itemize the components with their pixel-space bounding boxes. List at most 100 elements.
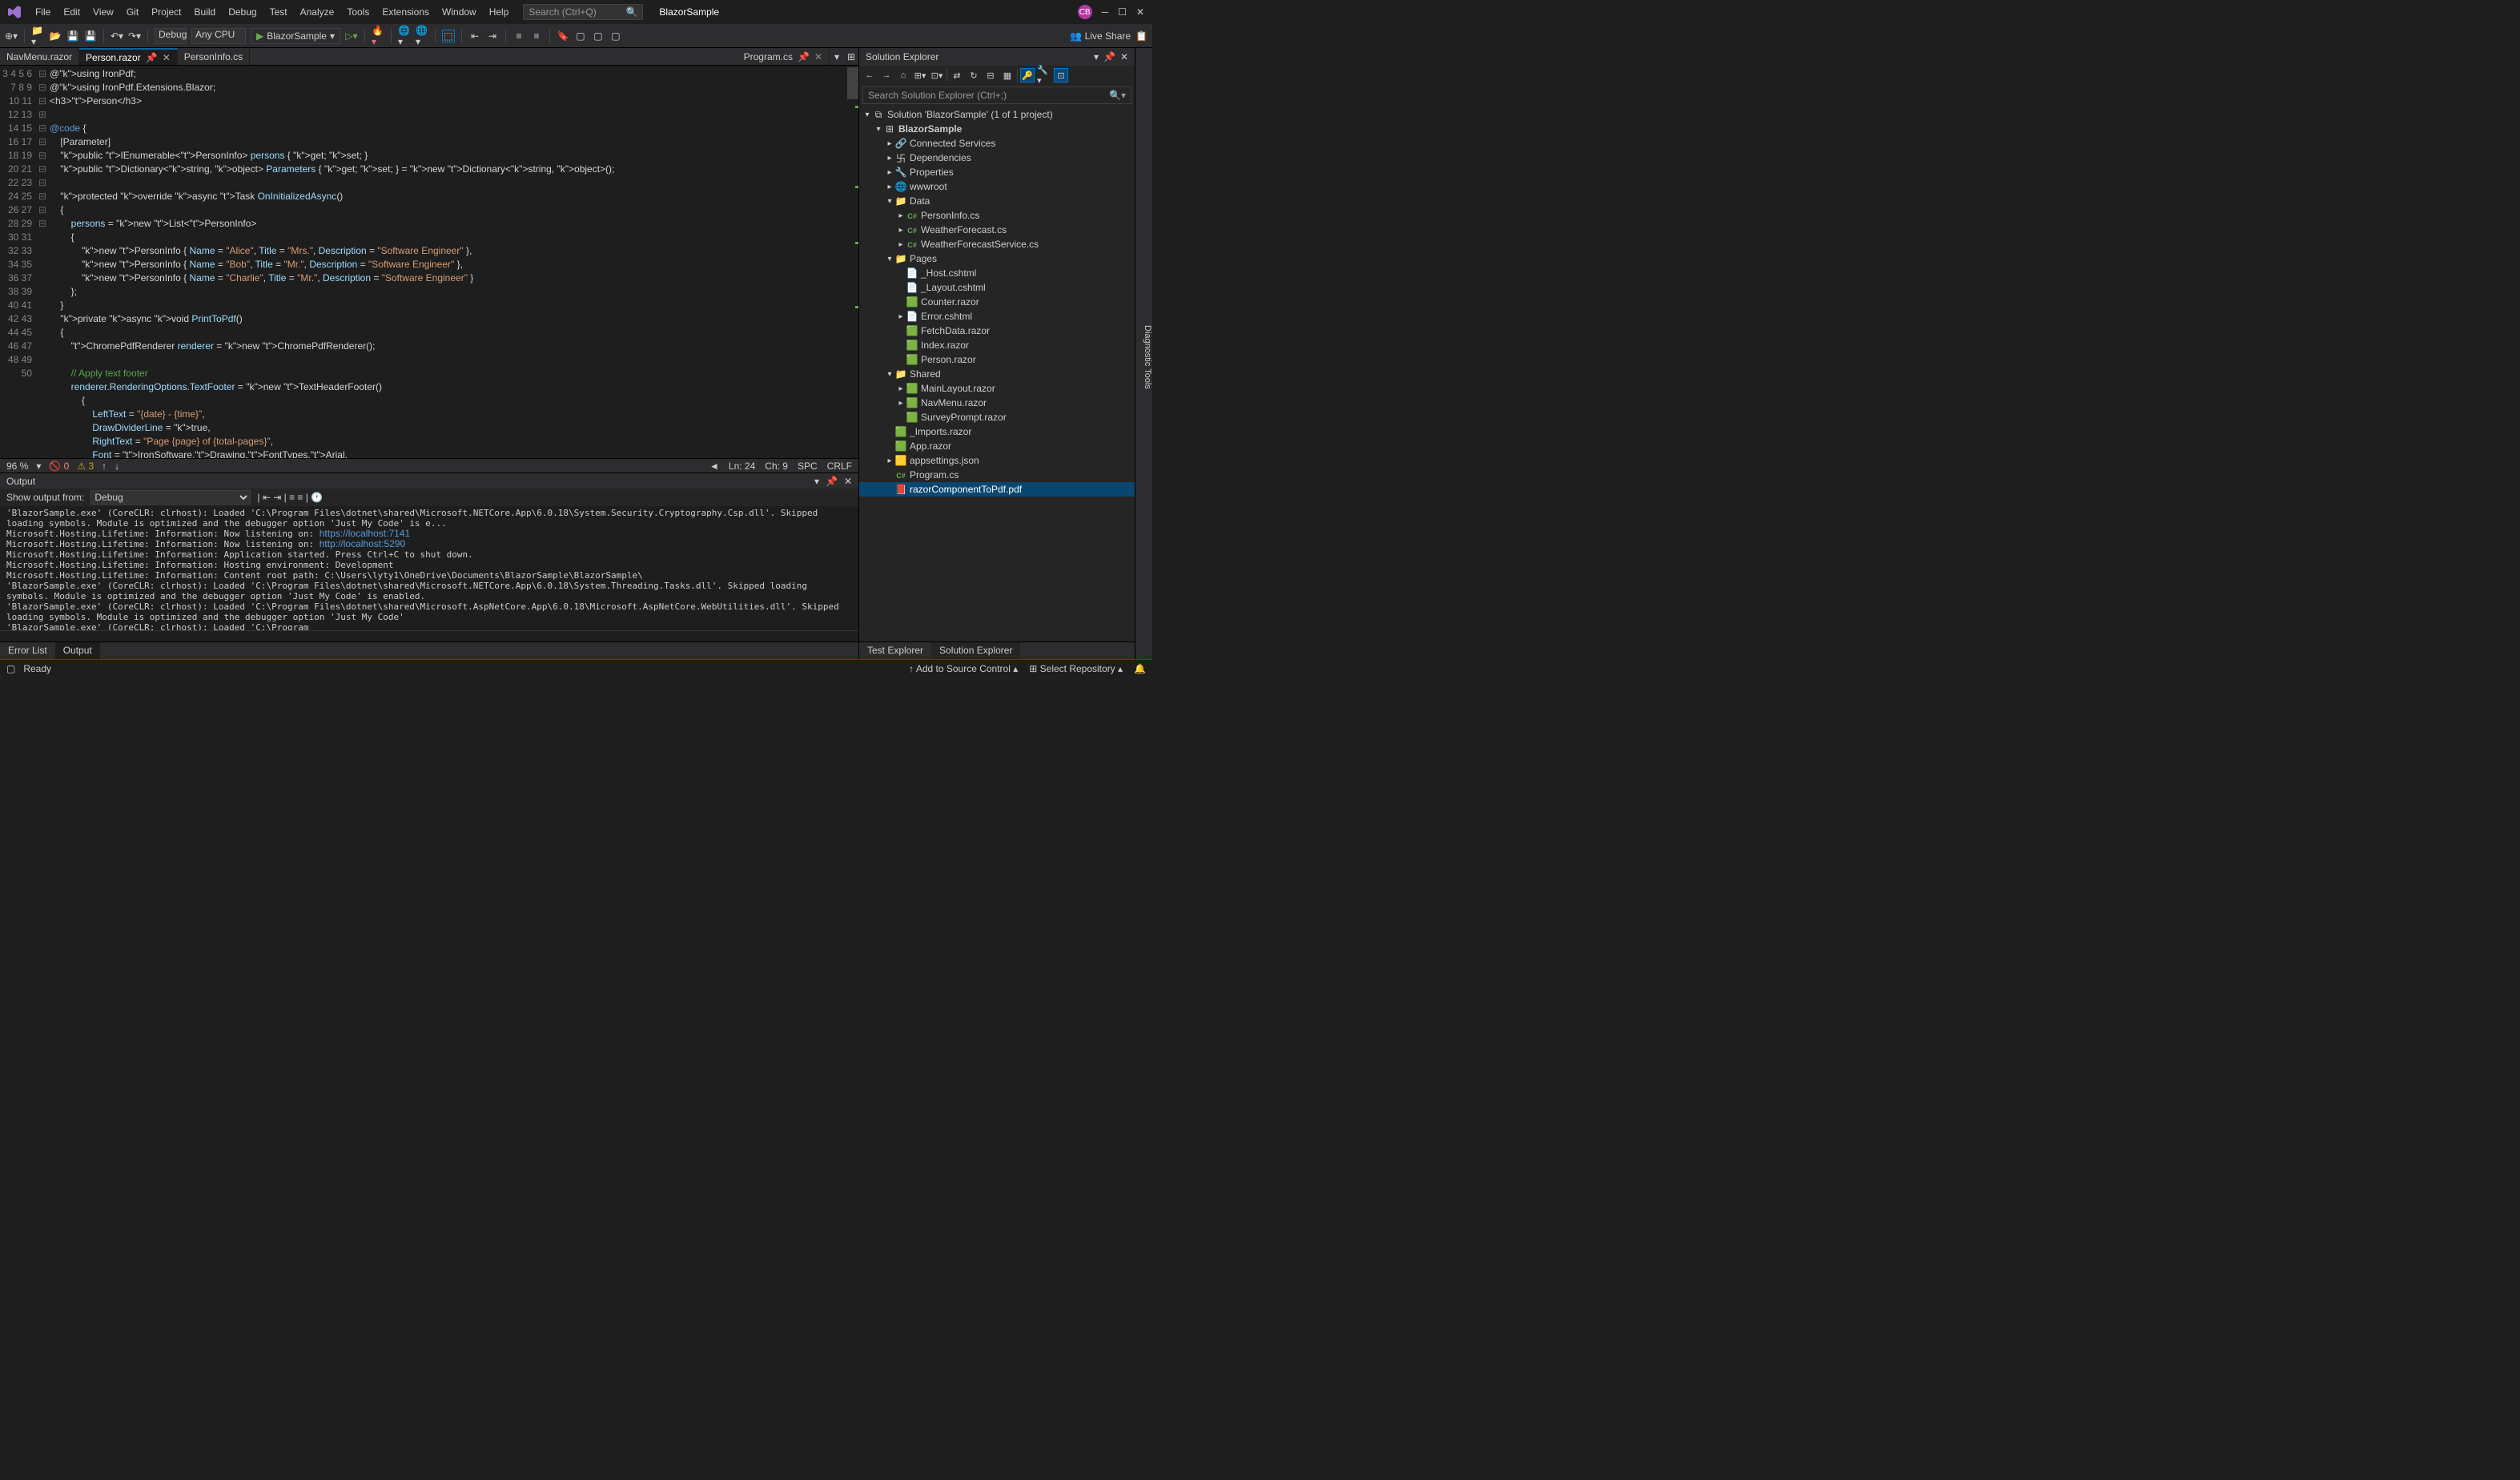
window-position-icon[interactable]: ▾ <box>1094 51 1099 62</box>
highlight-icon[interactable]: ⬚ <box>442 30 455 42</box>
close-panel-icon[interactable]: ✕ <box>1120 51 1128 62</box>
nav-back-icon[interactable]: ◄ <box>709 460 719 472</box>
tree-node[interactable]: 🟩App.razor <box>859 439 1135 453</box>
step-icon[interactable]: ⇤ <box>468 30 481 42</box>
tree-node[interactable]: ▸卐Dependencies <box>859 151 1135 165</box>
tree-node[interactable]: ▾⧉Solution 'BlazorSample' (1 of 1 projec… <box>859 107 1135 122</box>
tree-node[interactable]: ▸PersonInfo.cs <box>859 208 1135 223</box>
tree-node[interactable]: 🟩Index.razor <box>859 338 1135 352</box>
open-icon[interactable]: 📂 <box>49 30 62 42</box>
horizontal-scrollbar[interactable] <box>0 630 858 641</box>
tab-dropdown-icon[interactable]: ▾ <box>830 48 844 65</box>
indent-mode[interactable]: SPC <box>798 460 818 472</box>
bookmark-2-icon[interactable]: ▢ <box>574 30 587 42</box>
code-editor[interactable]: 3 4 5 6 7 8 9 10 11 12 13 14 15 16 17 18… <box>0 66 858 458</box>
tab-solution-explorer[interactable]: Solution Explorer <box>931 642 1020 659</box>
menu-build[interactable]: Build <box>188 0 223 24</box>
tree-node[interactable]: ▾📁Pages <box>859 251 1135 266</box>
tab-personinfo[interactable]: PersonInfo.cs <box>178 48 250 65</box>
bookmark-3-icon[interactable]: ▢ <box>592 30 605 42</box>
menu-file[interactable]: File <box>29 0 57 24</box>
tree-node[interactable]: Program.cs <box>859 468 1135 482</box>
tree-node[interactable]: 🟩Person.razor <box>859 352 1135 367</box>
close-tab-icon[interactable]: ✕ <box>163 52 171 63</box>
pin-icon[interactable]: 📌 <box>798 51 810 62</box>
user-avatar[interactable]: CB <box>1078 5 1092 19</box>
close-panel-icon[interactable]: ✕ <box>844 476 852 487</box>
browser-link-icon[interactable]: 🌐▾ <box>398 30 411 42</box>
code-content[interactable]: @"k">using IronPdf; @"k">using IronPdf.E… <box>50 66 858 458</box>
diagnostic-tools-tab[interactable]: Diagnostic Tools <box>1135 48 1152 659</box>
vertical-scrollbar[interactable] <box>847 66 858 458</box>
tree-node[interactable]: ▾⊞BlazorSample <box>859 122 1135 136</box>
refresh-icon[interactable]: ↻ <box>967 68 981 82</box>
undo-icon[interactable]: ↶▾ <box>111 30 123 42</box>
menu-test[interactable]: Test <box>263 0 294 24</box>
maximize-button[interactable]: ☐ <box>1118 6 1127 18</box>
tree-node[interactable]: ▸🟩MainLayout.razor <box>859 381 1135 396</box>
menu-edit[interactable]: Edit <box>57 0 86 24</box>
add-source-control[interactable]: ↑ Add to Source Control ▴ <box>909 663 1018 674</box>
start-debug-button[interactable]: ▶ BlazorSample ▾ <box>251 28 340 44</box>
new-item-icon[interactable]: 📁▾ <box>31 30 44 42</box>
nav-up-icon[interactable]: ↑ <box>102 460 107 472</box>
menu-debug[interactable]: Debug <box>222 0 263 24</box>
tab-error-list[interactable]: Error List <box>0 642 55 659</box>
menu-help[interactable]: Help <box>483 0 516 24</box>
select-repository[interactable]: ⊞ Select Repository ▴ <box>1029 663 1123 674</box>
sync-icon[interactable]: ⇄ <box>950 68 964 82</box>
menu-project[interactable]: Project <box>145 0 187 24</box>
tree-node[interactable]: ▸🟨appsettings.json <box>859 453 1135 468</box>
tab-person-active[interactable]: Person.razor📌✕ <box>79 48 178 65</box>
back-icon[interactable]: ← <box>862 68 877 82</box>
menu-analyze[interactable]: Analyze <box>294 0 341 24</box>
output-source-combo[interactable]: Debug <box>90 490 251 505</box>
autohide-icon[interactable]: 📌 <box>1103 51 1115 62</box>
output-find-icon[interactable]: | ⇤ ⇥ | ≡ ≡ | 🕐 <box>257 492 323 503</box>
tree-node[interactable]: 📄_Host.cshtml <box>859 266 1135 280</box>
tab-add-icon[interactable]: ⊞ <box>844 48 858 65</box>
minimize-button[interactable]: ─ <box>1102 6 1109 18</box>
tree-node[interactable]: 🟩FetchData.razor <box>859 324 1135 338</box>
search-box[interactable]: Search (Ctrl+Q) 🔍 <box>523 4 643 20</box>
tree-node[interactable]: ▸📄Error.cshtml <box>859 309 1135 324</box>
browser-link-2-icon[interactable]: 🌐▾ <box>416 30 428 42</box>
tree-node[interactable]: ▸🟩NavMenu.razor <box>859 396 1135 410</box>
line-ending[interactable]: CRLF <box>827 460 852 472</box>
preview-icon[interactable]: 🔧▾ <box>1037 68 1051 82</box>
liveshare-button[interactable]: 👥 Live Share <box>1070 30 1131 42</box>
filter-icon[interactable]: ⊡▾ <box>930 68 944 82</box>
tree-node[interactable]: 📄_Layout.cshtml <box>859 280 1135 295</box>
tree-node[interactable]: ▸🌐wwwroot <box>859 179 1135 194</box>
menu-extensions[interactable]: Extensions <box>376 0 436 24</box>
platform-combo[interactable]: Any CPU <box>191 28 246 44</box>
properties-icon[interactable]: 🔑 <box>1020 68 1035 82</box>
start-nodebug-icon[interactable]: ▷▾ <box>345 30 358 42</box>
redo-icon[interactable]: ↷▾ <box>128 30 141 42</box>
collapse-icon[interactable]: ⊟ <box>983 68 998 82</box>
zoom-level[interactable]: 96 % <box>6 460 28 472</box>
close-button[interactable]: ✕ <box>1136 6 1144 18</box>
tree-node[interactable]: ▸WeatherForecastService.cs <box>859 237 1135 251</box>
tree-node[interactable]: ▸🔧Properties <box>859 165 1135 179</box>
tree-node[interactable]: ▾📁Data <box>859 194 1135 208</box>
show-all-icon[interactable]: ▦ <box>1000 68 1015 82</box>
menu-tools[interactable]: Tools <box>340 0 376 24</box>
tab-test-explorer[interactable]: Test Explorer <box>859 642 931 659</box>
window-position-icon[interactable]: ▾ <box>814 476 819 487</box>
config-combo[interactable]: Debug <box>155 28 187 44</box>
tree-node[interactable]: ▾📁Shared <box>859 367 1135 381</box>
solution-tree[interactable]: ▾⧉Solution 'BlazorSample' (1 of 1 projec… <box>859 106 1135 641</box>
menu-window[interactable]: Window <box>436 0 483 24</box>
solution-search[interactable]: Search Solution Explorer (Ctrl+;) 🔍▾ <box>862 86 1131 104</box>
output-body[interactable]: 'BlazorSample.exe' (CoreCLR: clrhost): L… <box>0 506 858 630</box>
tab-navmenu[interactable]: NavMenu.razor <box>0 48 79 65</box>
menu-git[interactable]: Git <box>120 0 145 24</box>
tree-node[interactable]: ▸🔗Connected Services <box>859 136 1135 151</box>
fwd-icon[interactable]: → <box>879 68 894 82</box>
notifications-icon[interactable]: 🔔 <box>1134 663 1146 674</box>
autohide-icon[interactable]: 📌 <box>826 476 838 487</box>
error-count[interactable]: 🚫 0 <box>49 460 69 472</box>
bookmark-icon[interactable]: 🔖 <box>557 30 569 42</box>
tree-node[interactable]: 📕razorComponentToPdf.pdf <box>859 482 1135 497</box>
